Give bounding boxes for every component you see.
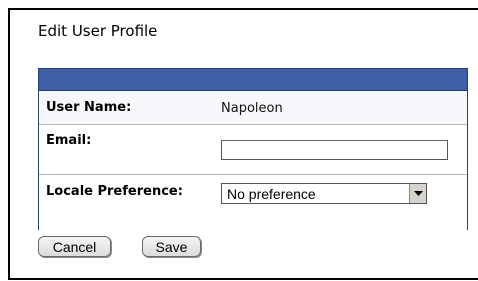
locale-preference-select[interactable]: No preference <box>221 183 427 204</box>
locale-row: Locale Preference: No preference <box>39 175 467 230</box>
cancel-button[interactable]: Cancel <box>38 236 111 257</box>
user-name-row: User Name: Napoleon <box>39 91 467 125</box>
locale-selected-value: No preference <box>227 186 316 202</box>
locale-preference-label: Locale Preference: <box>46 184 183 199</box>
email-label: Email: <box>46 133 92 148</box>
select-dropdown-button[interactable] <box>409 184 426 203</box>
email-row: Email: <box>39 125 467 175</box>
chevron-down-icon <box>413 190 423 196</box>
page-title: Edit User Profile <box>38 22 158 40</box>
email-field[interactable] <box>221 140 448 160</box>
save-button[interactable]: Save <box>142 236 201 257</box>
panel-header-bar <box>39 69 467 91</box>
user-name-value: Napoleon <box>221 101 283 116</box>
user-name-label: User Name: <box>46 100 132 115</box>
profile-form-panel: User Name: Napoleon Email: Locale Prefer… <box>38 68 468 230</box>
